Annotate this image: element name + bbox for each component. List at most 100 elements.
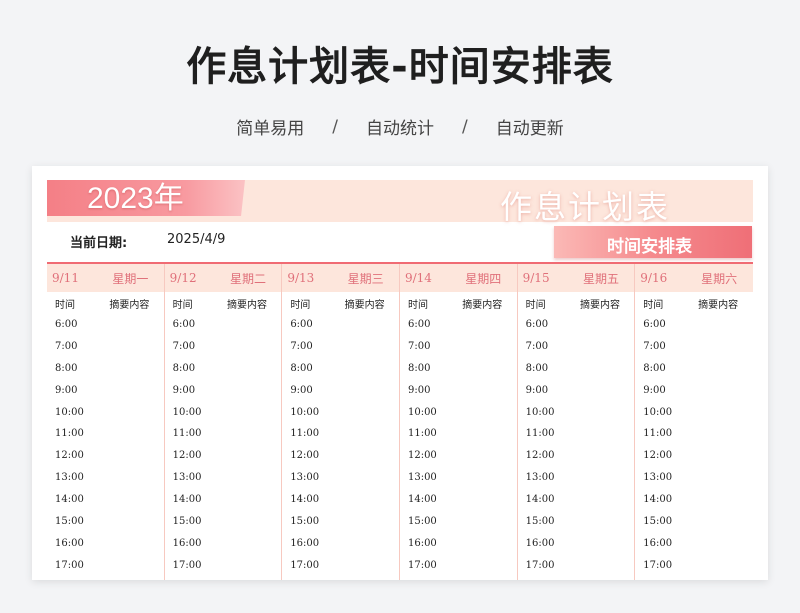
time-slot[interactable]: 17:00 <box>400 555 517 577</box>
time-slot[interactable]: 9:00 <box>518 380 635 402</box>
time-slot[interactable]: 6:00 <box>282 314 399 336</box>
time-slot[interactable]: 8:00 <box>165 358 282 380</box>
time-slot[interactable]: 6:00 <box>635 314 753 336</box>
time-slot[interactable]: 17:00 <box>282 555 399 577</box>
time-slot[interactable]: 13:00 <box>282 467 399 489</box>
time-slot[interactable]: 14:00 <box>518 489 635 511</box>
time-slot[interactable]: 10:00 <box>47 402 164 424</box>
time-slot[interactable]: 12:00 <box>282 445 399 467</box>
column-head: 时间 摘要内容 <box>635 292 753 314</box>
day-column: 时间 摘要内容 6:00 7:00 8:00 9:00 10:00 11:00 12:00 13:… <box>47 292 165 580</box>
time-slot[interactable]: 16:00 <box>518 533 635 555</box>
time-slot[interactable]: 7:00 <box>518 336 635 358</box>
time-slot[interactable]: 10:00 <box>518 402 635 424</box>
summary-header: 摘要内容 <box>344 299 385 311</box>
time-slot[interactable]: 6:00 <box>165 314 282 336</box>
summary-header: 摘要内容 <box>579 299 620 311</box>
column-head: 时间 摘要内容 <box>518 292 635 314</box>
day-header-cell[interactable]: 9/15 星期五 <box>518 264 636 292</box>
time-slot[interactable]: 11:00 <box>165 423 282 445</box>
time-slot[interactable]: 17:00 <box>165 555 282 577</box>
day-column: 时间 摘要内容 6:00 7:00 8:00 9:00 10:00 11:00 12:00 13:… <box>400 292 518 580</box>
time-slot[interactable]: 7:00 <box>282 336 399 358</box>
time-slot[interactable]: 9:00 <box>400 380 517 402</box>
time-slot[interactable]: 17:00 <box>47 555 164 577</box>
time-slot[interactable]: 7:00 <box>400 336 517 358</box>
time-slot[interactable]: 6:00 <box>400 314 517 336</box>
time-slot[interactable]: 7:00 <box>165 336 282 358</box>
time-slot[interactable]: 13:00 <box>400 467 517 489</box>
time-slot[interactable]: 15:00 <box>400 511 517 533</box>
time-slot[interactable]: 11:00 <box>635 423 753 445</box>
time-slot[interactable]: 13:00 <box>635 467 753 489</box>
time-slot[interactable]: 14:00 <box>635 489 753 511</box>
day-header-cell[interactable]: 9/11 星期一 <box>47 264 165 292</box>
time-slot[interactable]: 14:00 <box>400 489 517 511</box>
time-slot[interactable]: 16:00 <box>635 533 753 555</box>
time-slot[interactable]: 8:00 <box>518 358 635 380</box>
time-slot[interactable]: 9:00 <box>282 380 399 402</box>
time-slot[interactable]: 11:00 <box>400 423 517 445</box>
day-weekday: 星期六 <box>701 271 738 286</box>
time-slot[interactable]: 11:00 <box>47 423 164 445</box>
time-slot[interactable]: 16:00 <box>165 533 282 555</box>
time-slot[interactable]: 7:00 <box>47 336 164 358</box>
banner-title: 作息计划表 <box>500 188 671 226</box>
time-slot[interactable]: 12:00 <box>400 445 517 467</box>
time-slot[interactable]: 13:00 <box>165 467 282 489</box>
time-slot[interactable]: 9:00 <box>47 380 164 402</box>
time-slot[interactable]: 8:00 <box>47 358 164 380</box>
page-title: 作息计划表-时间安排表 <box>186 44 614 90</box>
day-date: 9/13 <box>287 271 315 285</box>
day-date: 9/12 <box>169 271 197 285</box>
day-column: 时间 摘要内容 6:00 7:00 8:00 9:00 10:00 11:00 12:00 13:… <box>165 292 283 580</box>
time-slot[interactable]: 10:00 <box>165 402 282 424</box>
time-slot[interactable]: 16:00 <box>282 533 399 555</box>
time-slot[interactable]: 12:00 <box>518 445 635 467</box>
time-slot[interactable]: 13:00 <box>47 467 164 489</box>
time-slot[interactable]: 6:00 <box>47 314 164 336</box>
time-slot[interactable]: 14:00 <box>47 489 164 511</box>
summary-header: 摘要内容 <box>109 299 150 311</box>
day-column: 时间 摘要内容 6:00 7:00 8:00 9:00 10:00 11:00 12:00 13:… <box>518 292 636 580</box>
time-slot[interactable]: 12:00 <box>635 445 753 467</box>
day-column: 时间 摘要内容 6:00 7:00 8:00 9:00 10:00 11:00 12:00 13:… <box>635 292 753 580</box>
subtitle-item: 自动更新 <box>495 119 564 139</box>
time-slot[interactable]: 17:00 <box>635 555 753 577</box>
time-slot[interactable]: 10:00 <box>400 402 517 424</box>
time-slot[interactable]: 10:00 <box>635 402 753 424</box>
time-slot[interactable]: 14:00 <box>165 489 282 511</box>
time-slot[interactable]: 12:00 <box>47 445 164 467</box>
time-slot[interactable]: 15:00 <box>47 511 164 533</box>
day-header-cell[interactable]: 9/13 星期三 <box>282 264 400 292</box>
time-slot[interactable]: 17:00 <box>518 555 635 577</box>
time-slot[interactable]: 10:00 <box>282 402 399 424</box>
time-slot[interactable]: 8:00 <box>400 358 517 380</box>
time-slot[interactable]: 6:00 <box>518 314 635 336</box>
day-header-cell[interactable]: 9/12 星期二 <box>165 264 283 292</box>
time-slot[interactable]: 14:00 <box>282 489 399 511</box>
column-head: 时间 摘要内容 <box>400 292 517 314</box>
time-slot[interactable]: 16:00 <box>47 533 164 555</box>
day-date: 9/16 <box>640 271 668 285</box>
time-slot[interactable]: 9:00 <box>635 380 753 402</box>
time-header: 时间 <box>407 299 428 311</box>
time-slot[interactable]: 15:00 <box>165 511 282 533</box>
time-slot[interactable]: 12:00 <box>165 445 282 467</box>
time-slot[interactable]: 7:00 <box>635 336 753 358</box>
day-header-cell[interactable]: 9/14 星期四 <box>400 264 518 292</box>
current-date-value[interactable]: 2025/4/9 <box>167 232 225 247</box>
time-slot[interactable]: 11:00 <box>518 423 635 445</box>
time-slot[interactable]: 15:00 <box>635 511 753 533</box>
time-slot[interactable]: 9:00 <box>165 380 282 402</box>
time-slot[interactable]: 8:00 <box>282 358 399 380</box>
day-column: 时间 摘要内容 6:00 7:00 8:00 9:00 10:00 11:00 12:00 13:… <box>282 292 400 580</box>
time-slot[interactable]: 15:00 <box>518 511 635 533</box>
time-slot[interactable]: 16:00 <box>400 533 517 555</box>
time-slot[interactable]: 8:00 <box>635 358 753 380</box>
time-slot[interactable]: 15:00 <box>282 511 399 533</box>
time-header: 时间 <box>172 299 193 311</box>
day-header-cell[interactable]: 9/16 星期六 <box>635 264 753 292</box>
time-slot[interactable]: 11:00 <box>282 423 399 445</box>
time-slot[interactable]: 13:00 <box>518 467 635 489</box>
